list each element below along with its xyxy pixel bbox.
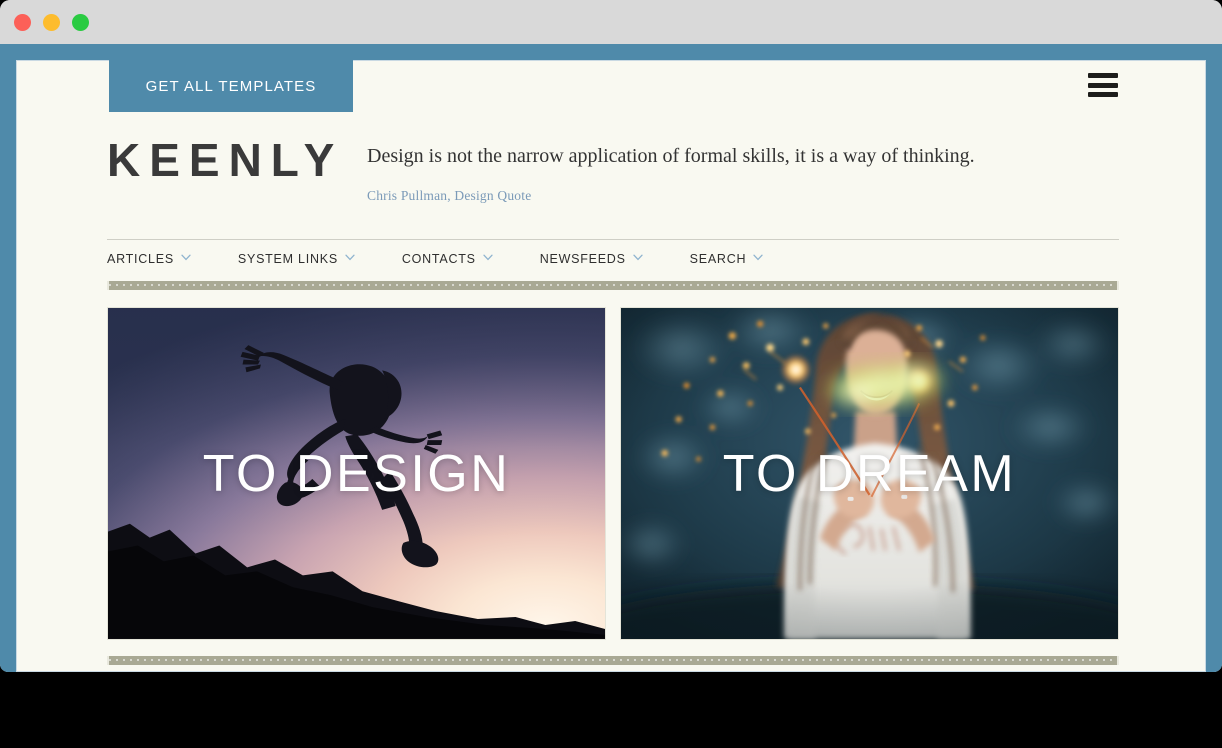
screenshot-root: GET ALL TEMPLATES KEENLY Design is not t… — [0, 0, 1222, 748]
nav-item-search[interactable]: SEARCH — [690, 252, 763, 266]
hero-card-title: TO DESIGN — [202, 444, 511, 503]
nav-item-articles[interactable]: ARTICLES — [107, 252, 191, 266]
minimize-window-button[interactable] — [43, 13, 60, 31]
maximize-window-button[interactable] — [72, 13, 89, 31]
content-container: KEENLY Design is not the narrow applicat… — [107, 121, 1119, 665]
hamburger-bar-3 — [1088, 92, 1118, 97]
hero-card-to-dream[interactable]: TO DREAM — [620, 307, 1119, 640]
get-all-templates-button[interactable]: GET ALL TEMPLATES — [109, 60, 353, 112]
brand-row: KEENLY Design is not the narrow applicat… — [107, 121, 1119, 221]
close-window-button[interactable] — [14, 13, 31, 31]
chevron-down-icon — [753, 254, 763, 263]
chevron-down-icon — [633, 254, 643, 263]
footer-divider-bar — [107, 656, 1119, 665]
quote-text: Design is not the narrow application of … — [367, 145, 975, 167]
quote-block: Design is not the narrow application of … — [367, 121, 975, 204]
hamburger-bar-2 — [1088, 82, 1118, 88]
chevron-down-icon — [483, 254, 493, 263]
hamburger-bar-1 — [1088, 73, 1118, 78]
hero-card-title: TO DREAM — [722, 444, 1017, 503]
nav-item-contacts[interactable]: CONTACTS — [401, 252, 493, 266]
nav-item-newsfeeds[interactable]: NEWSFEEDS — [539, 252, 643, 266]
hero-card-to-design[interactable]: TO DESIGN — [107, 307, 606, 640]
nav-item-articles-label: ARTICLES — [107, 252, 174, 266]
site-logo[interactable]: KEENLY — [107, 121, 367, 183]
nav-item-system-links[interactable]: SYSTEM LINKS — [237, 252, 355, 266]
chevron-down-icon — [181, 254, 191, 263]
hero-cards: TO DESIGN TO DREAM — [107, 307, 1119, 640]
browser-viewport-frame: GET ALL TEMPLATES KEENLY Design is not t… — [0, 44, 1222, 672]
mountain-ridge-silhouette — [108, 480, 605, 639]
chevron-down-icon — [345, 254, 355, 263]
browser-window: GET ALL TEMPLATES KEENLY Design is not t… — [0, 0, 1222, 672]
website-page: GET ALL TEMPLATES KEENLY Design is not t… — [16, 60, 1206, 672]
traffic-lights — [14, 13, 89, 31]
get-all-templates-label: GET ALL TEMPLATES — [145, 77, 317, 95]
nav-item-newsfeeds-label: NEWSFEEDS — [539, 252, 626, 266]
nav-bottom-divider-bar — [107, 281, 1119, 290]
main-navigation: ARTICLES SYSTEM LINKS CONTACTS NEWSFEEDS… — [107, 240, 1119, 278]
hamburger-icon[interactable] — [1088, 73, 1118, 97]
browser-titlebar — [0, 0, 1222, 44]
nav-item-contacts-label: CONTACTS — [401, 252, 476, 266]
quote-author: Chris Pullman, Design Quote — [367, 188, 532, 203]
nav-item-search-label: SEARCH — [689, 252, 747, 266]
nav-item-system-links-label: SYSTEM LINKS — [237, 252, 338, 266]
